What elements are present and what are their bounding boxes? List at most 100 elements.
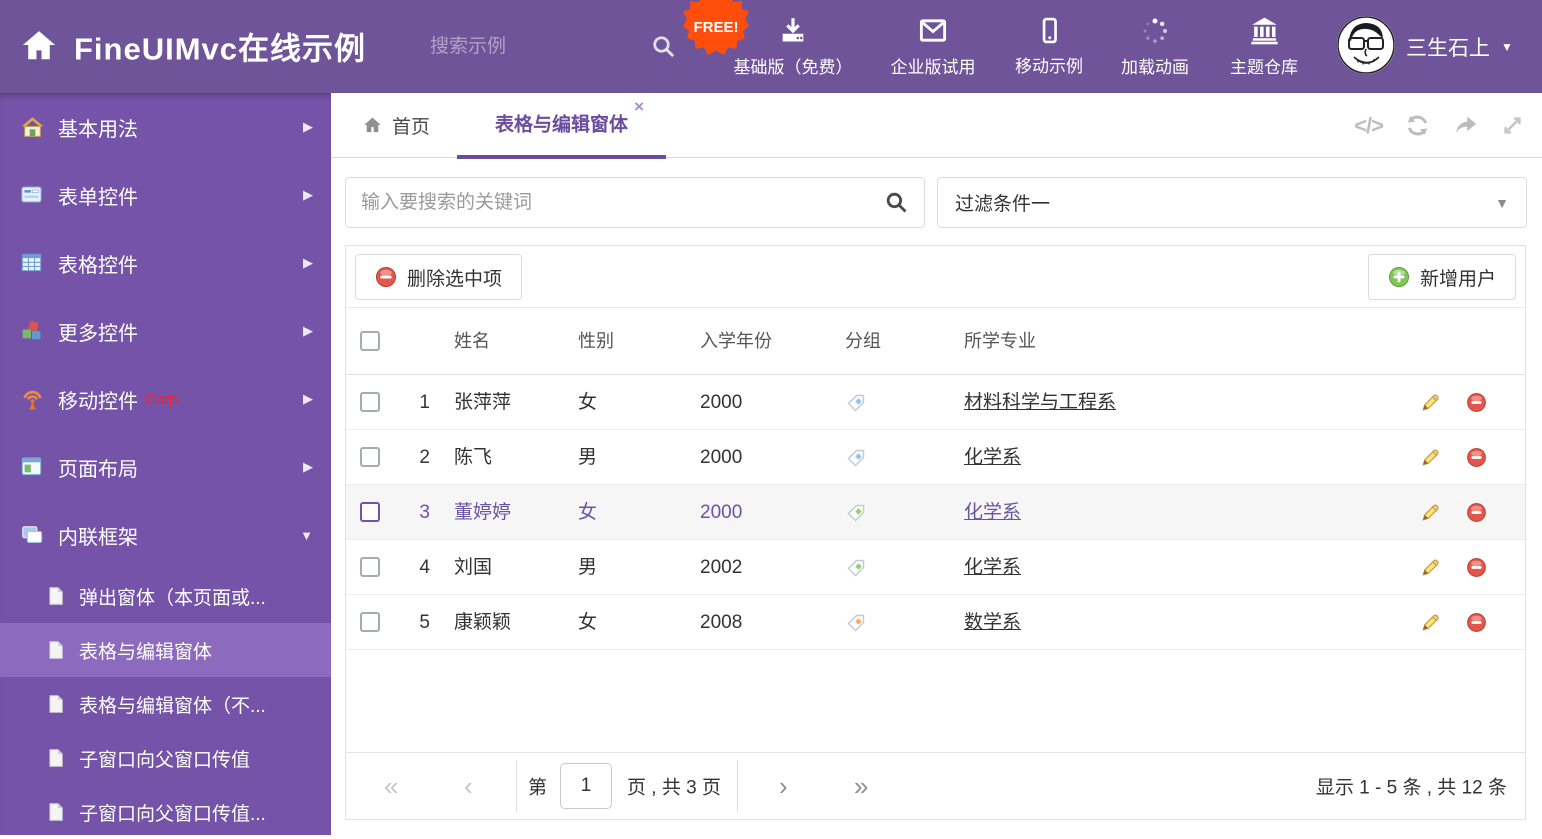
page-number-input[interactable] <box>560 763 612 809</box>
sidebar-subitem-label: 弹出窗体（本页面或... <box>79 587 266 609</box>
sidebar-subitem-1[interactable]: 弹出窗体（本页面或... <box>0 569 331 623</box>
grid-header-row: 姓名 性别 入学年份 分组 所学专业 <box>346 308 1525 375</box>
search-icon[interactable] <box>884 190 909 215</box>
tag-icon <box>846 485 866 540</box>
arrow-right-icon: ▶ <box>303 323 313 338</box>
tag-icon <box>846 430 866 485</box>
nav-item-envelope[interactable]: 企业版试用 <box>891 0 976 93</box>
sidebar-subitem-label: 子窗口向父窗口传值 <box>79 749 251 771</box>
delete-icon[interactable] <box>1466 485 1487 540</box>
cell-name: 刘国 <box>454 557 493 578</box>
edit-icon[interactable] <box>1420 540 1441 595</box>
view-source-icon[interactable]: </> <box>1354 113 1384 139</box>
last-page-button[interactable]: » <box>854 773 868 799</box>
major-link[interactable]: 化学系 <box>964 447 1021 468</box>
nav-item-label: 企业版试用 <box>890 58 976 77</box>
nav-item-download[interactable]: 基础版（免费） <box>734 0 853 93</box>
file-icon <box>46 802 66 822</box>
table-row[interactable]: 3 董婷婷 女 2000 化学系 <box>346 485 1525 540</box>
major-link[interactable]: 材料科学与工程系 <box>964 392 1116 413</box>
tab-grid-window[interactable]: 表格与编辑窗体 × <box>457 93 666 159</box>
row-checkbox[interactable] <box>360 502 380 522</box>
sidebar-subitem-4[interactable]: 子窗口向父窗口传值 <box>0 731 331 785</box>
sidebar-item-7[interactable]: 内联框架 ▼ <box>0 501 331 569</box>
column-header-1: 姓名 <box>454 331 490 351</box>
sidebar-item-label: 基本用法 <box>58 118 138 141</box>
add-user-button[interactable]: 新增用户 <box>1367 254 1516 300</box>
edit-icon[interactable] <box>1420 375 1441 430</box>
edit-icon[interactable] <box>1420 485 1441 540</box>
antenna-icon <box>20 387 45 412</box>
major-link[interactable]: 数学系 <box>964 612 1021 633</box>
form-icon <box>20 183 45 208</box>
delete-selected-button[interactable]: 删除选中项 <box>355 254 523 300</box>
expand-icon[interactable] <box>1500 113 1525 138</box>
major-link[interactable]: 化学系 <box>964 502 1021 523</box>
file-icon <box>46 694 66 714</box>
download-icon <box>778 15 809 46</box>
refresh-icon[interactable] <box>1404 112 1431 139</box>
table-row[interactable]: 1 张萍萍 女 2000 材料科学与工程系 <box>346 375 1525 430</box>
sidebar-item-5[interactable]: 移动控件 Corp. ▶ <box>0 365 331 433</box>
prev-page-button[interactable]: ‹ <box>464 773 473 799</box>
row-checkbox[interactable] <box>360 612 380 632</box>
table-row[interactable]: 5 康颖颖 女 2008 数学系 <box>346 595 1525 650</box>
sidebar-subitem-3[interactable]: 表格与编辑窗体（不... <box>0 677 331 731</box>
nav-item-bank[interactable]: 主题仓库 <box>1230 0 1298 93</box>
close-icon[interactable]: × <box>634 97 644 117</box>
row-checkbox[interactable] <box>360 392 380 412</box>
nav-item-label: 移动示例 <box>1015 57 1083 76</box>
user-menu[interactable]: 三生石上 ▼ <box>1406 0 1513 93</box>
cell-gender: 男 <box>578 557 598 578</box>
delete-icon[interactable] <box>1466 430 1487 485</box>
row-checkbox[interactable] <box>360 557 380 577</box>
layout-icon <box>20 455 45 480</box>
keyword-search-input[interactable] <box>361 191 884 214</box>
sidebar-item-2[interactable]: 表单控件 ▶ <box>0 161 331 229</box>
nav-item-spinner[interactable]: 加载动画 <box>1121 0 1189 93</box>
home-tab-icon <box>362 115 383 136</box>
sidebar-subitem-5[interactable]: 子窗口向父窗口传值... <box>0 785 331 839</box>
corp-badge: Corp. <box>145 390 182 408</box>
table-row[interactable]: 2 陈飞 男 2000 化学系 <box>346 430 1525 485</box>
sidebar-item-3[interactable]: 表格控件 ▶ <box>0 229 331 297</box>
nav-item-mobile[interactable]: 移动示例 <box>1015 0 1083 93</box>
keyword-search-box <box>345 177 925 228</box>
arrow-right-icon: ▶ <box>303 459 313 474</box>
pager-divider <box>737 760 738 812</box>
delete-icon[interactable] <box>1466 595 1487 650</box>
edit-icon[interactable] <box>1420 595 1441 650</box>
next-page-button[interactable]: › <box>779 773 788 799</box>
user-name: 三生石上 <box>1406 36 1490 60</box>
major-link[interactable]: 化学系 <box>964 557 1021 578</box>
caret-down-icon: ▼ <box>300 527 313 543</box>
share-icon[interactable] <box>1452 112 1479 139</box>
first-page-button[interactable]: « <box>384 773 398 799</box>
delete-icon[interactable] <box>1466 375 1487 430</box>
pagination-bar: « ‹ 第 页 , 共 3 页 › » 显示 1 - 5 条 , 共 12 条 <box>346 752 1525 819</box>
sidebar-item-label: 表格控件 <box>58 254 138 277</box>
sidebar-item-4[interactable]: 更多控件 ▶ <box>0 297 331 365</box>
column-header-4: 分组 <box>845 331 881 351</box>
sidebar-item-label: 内联框架 <box>58 526 138 549</box>
cell-gender: 女 <box>578 612 598 633</box>
sidebar-item-1[interactable]: 基本用法 ▶ <box>0 93 331 161</box>
avatar[interactable] <box>1337 16 1395 74</box>
minus-circle-icon <box>375 266 397 288</box>
row-checkbox[interactable] <box>360 447 380 467</box>
filter-dropdown-value: 过滤条件一 <box>955 194 1051 215</box>
filter-dropdown[interactable]: 过滤条件一 ▼ <box>937 177 1527 228</box>
edit-icon[interactable] <box>1420 430 1441 485</box>
sidebar-item-6[interactable]: 页面布局 ▶ <box>0 433 331 501</box>
active-tab-underline <box>457 155 666 159</box>
column-header-5: 所学专业 <box>964 331 1036 351</box>
select-all-checkbox[interactable] <box>360 331 380 351</box>
delete-icon[interactable] <box>1466 540 1487 595</box>
sidebar-subitem-2[interactable]: 表格与编辑窗体 <box>0 623 331 677</box>
grid-panel: 删除选中项 新增用户 姓名 性别 入学年份 分组 所学专业 1 张萍萍女 2000 材料科学与… <box>345 245 1526 820</box>
delete-selected-label: 删除选中项 <box>407 268 503 290</box>
table-row[interactable]: 4 刘国 男 2002 化学系 <box>346 540 1525 595</box>
pager-divider <box>516 760 517 812</box>
cell-enroll-year: 2002 <box>700 557 743 578</box>
tab-home[interactable]: 首页 <box>362 93 430 158</box>
